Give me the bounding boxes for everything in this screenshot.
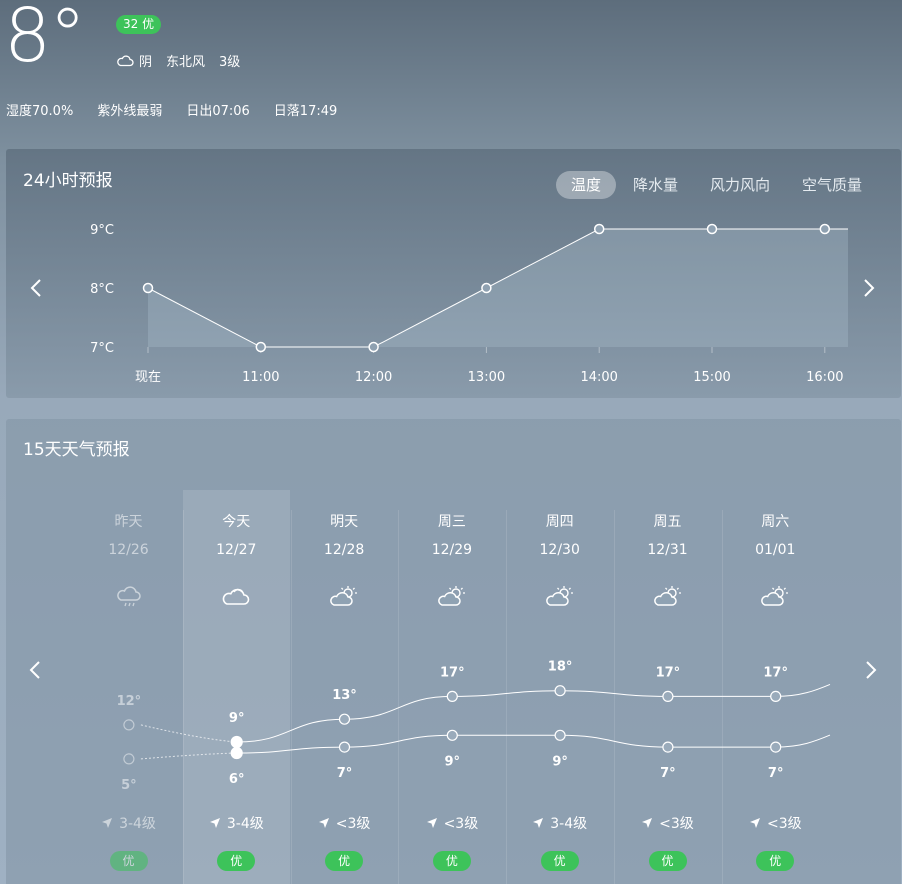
low-temp-point [338,741,351,753]
high-temp-point [230,735,243,749]
low-temp-label: 7° [768,766,784,781]
low-temp-point [230,746,243,760]
high-temp-point [770,690,782,703]
high-temp-point [662,690,674,703]
low-temp-line [236,734,831,754]
high-temp-label: 13° [332,688,357,703]
high-temp-point [554,685,566,697]
high-temp-point [446,690,458,703]
daily-next-button[interactable] [860,655,882,685]
low-temp-point [662,741,674,753]
low-temp-point [770,741,782,753]
high-temp-point [123,719,135,731]
high-temp-label: 17° [763,665,788,680]
high-temp-line-past [140,724,237,743]
low-temp-line-past [140,752,237,760]
high-temp-label: 17° [656,665,681,680]
daily-temperature-chart: 12° 5° 9° 6° 13° 7° 17° 9° 18° 9° 17° 7° 17° 7° [117,660,831,793]
low-temp-label: 6° [229,772,245,787]
low-temp-label: 5° [121,778,137,793]
low-temp-label: 9° [445,754,461,769]
low-temp-point [123,753,135,765]
high-temp-label: 17° [440,665,465,680]
daily-prev-button[interactable] [24,655,46,685]
high-temp-line [236,683,831,743]
low-temp-label: 7° [660,766,676,781]
high-temp-label: 18° [548,660,573,675]
low-temp-label: 7° [337,766,353,781]
low-temp-point [446,729,458,741]
low-temp-label: 9° [552,754,568,769]
high-temp-label: 9° [229,711,245,726]
high-temp-label: 12° [117,694,142,709]
low-temp-point [554,729,566,741]
chevron-right-icon [866,661,877,679]
high-temp-point [338,713,351,725]
chevron-left-icon [29,661,40,679]
